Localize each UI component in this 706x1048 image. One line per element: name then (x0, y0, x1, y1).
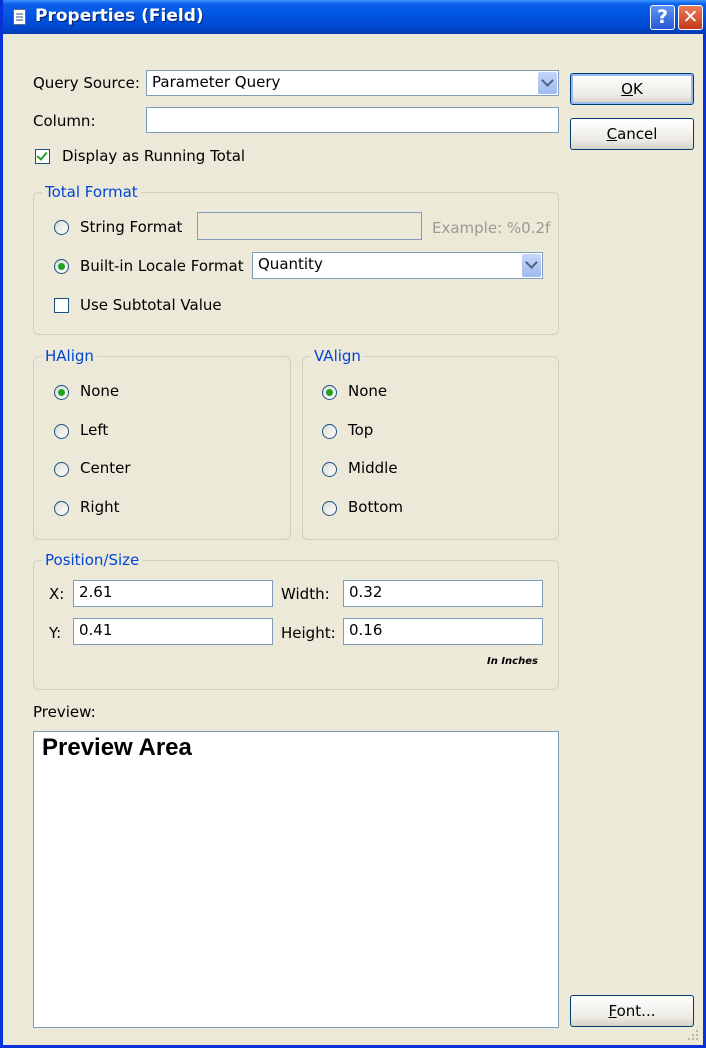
valign-none-label: None (348, 382, 388, 400)
column-input[interactable] (146, 107, 559, 133)
builtin-locale-select[interactable]: Quantity (252, 252, 543, 279)
halign-none-label: None (80, 382, 120, 400)
string-format-radio[interactable] (54, 220, 69, 235)
column-label: Column: (33, 112, 96, 130)
string-format-example: Example: %0.2f (432, 219, 551, 237)
cancel-label: ancel (617, 125, 658, 143)
ok-mnemonic: O (621, 80, 633, 98)
ok-label: K (632, 80, 643, 98)
preview-text: Preview Area (42, 734, 192, 761)
string-format-input[interactable] (197, 212, 422, 240)
units-note: In Inches (487, 656, 538, 667)
halign-center-label: Center (80, 459, 131, 477)
x-label: X: (49, 585, 65, 603)
height-label: Height: (281, 624, 336, 642)
cancel-button[interactable]: Cancel (570, 118, 694, 150)
halign-left-radio[interactable] (54, 424, 69, 439)
y-input[interactable]: 0.41 (73, 618, 273, 645)
valign-top-radio[interactable] (322, 424, 337, 439)
valign-middle-radio[interactable] (322, 462, 337, 477)
query-source-value: Parameter Query (152, 73, 281, 91)
font-label: ont... (616, 1002, 656, 1020)
chevron-down-icon[interactable] (538, 72, 557, 94)
close-button[interactable]: ✕ (678, 5, 703, 30)
halign-none-radio[interactable] (54, 385, 69, 400)
running-total-checkbox[interactable] (35, 149, 50, 164)
halign-group: HAlign (33, 347, 291, 540)
halign-right-radio[interactable] (54, 501, 69, 516)
window-title: Properties (Field) (35, 6, 204, 26)
builtin-locale-value: Quantity (258, 255, 323, 273)
query-source-label: Query Source: (33, 74, 140, 92)
chevron-down-icon[interactable] (522, 254, 541, 277)
font-button[interactable]: Font... (570, 995, 694, 1027)
halign-center-radio[interactable] (54, 462, 69, 477)
valign-top-label: Top (348, 421, 374, 439)
font-mnemonic: F (608, 1002, 617, 1020)
total-format-title: Total Format (42, 183, 141, 201)
x-input[interactable]: 2.61 (73, 580, 273, 607)
subtotal-label: Use Subtotal Value (80, 296, 222, 314)
y-label: Y: (49, 624, 62, 642)
builtin-locale-label: Built-in Locale Format (80, 257, 244, 275)
position-size-title: Position/Size (42, 551, 143, 569)
valign-bottom-radio[interactable] (322, 501, 337, 516)
width-label: Width: (281, 585, 330, 603)
help-button[interactable]: ? (650, 5, 675, 30)
halign-title: HAlign (42, 347, 97, 365)
title-bar[interactable]: Properties (Field) ? ✕ (3, 0, 706, 34)
subtotal-checkbox[interactable] (54, 298, 69, 313)
valign-none-radio[interactable] (322, 385, 337, 400)
document-icon (13, 9, 26, 25)
resize-grip-icon[interactable] (687, 1029, 699, 1041)
height-input[interactable]: 0.16 (343, 618, 543, 645)
width-input[interactable]: 0.32 (343, 580, 543, 607)
preview-area: Preview Area (33, 731, 559, 1028)
valign-title: VAlign (311, 347, 364, 365)
cancel-mnemonic: C (606, 125, 618, 143)
preview-label: Preview: (33, 703, 96, 721)
halign-left-label: Left (80, 421, 109, 439)
valign-group: VAlign (302, 347, 559, 540)
string-format-label: String Format (80, 218, 183, 236)
query-source-select[interactable]: Parameter Query (146, 70, 559, 96)
valign-bottom-label: Bottom (348, 498, 404, 516)
properties-dialog: Properties (Field) ? ✕ Query Source: Par… (0, 0, 706, 1048)
builtin-locale-radio[interactable] (54, 259, 69, 274)
valign-middle-label: Middle (348, 459, 398, 477)
ok-button[interactable]: OK (570, 73, 694, 105)
running-total-label: Display as Running Total (62, 147, 246, 165)
halign-right-label: Right (80, 498, 120, 516)
